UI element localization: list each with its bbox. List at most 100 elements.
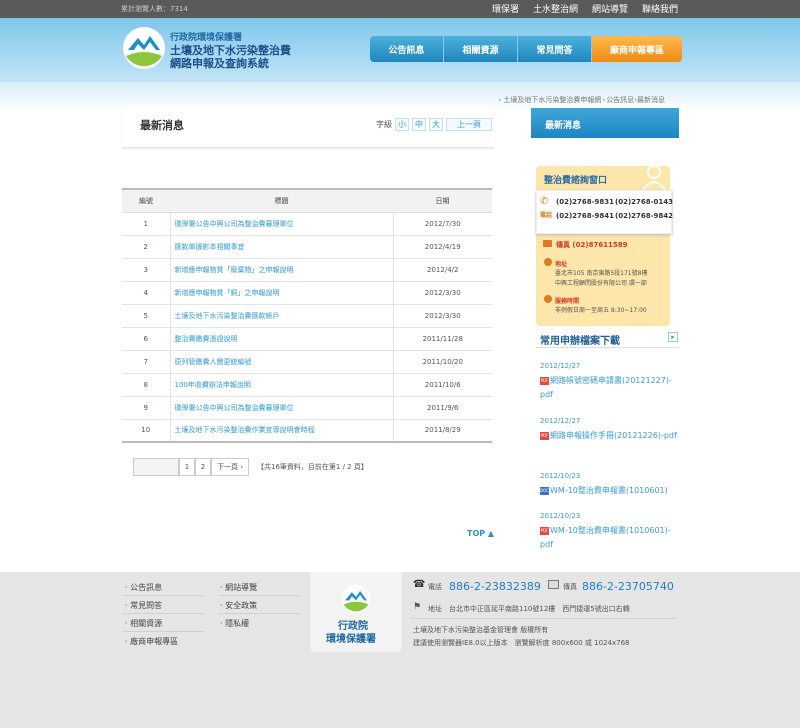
pager-page-1[interactable]: 1 [179,458,195,476]
divider [122,631,204,632]
page-title: 最新消息 [140,119,184,132]
downloads-title: 常用申辦檔案下載 [540,336,620,347]
row-title-link[interactable]: 100年收費辦法申報說明 [170,373,394,397]
row-title-link[interactable]: 土壤及地下水污染整治費作業宣導說明會時程 [170,419,394,443]
back-to-top-link[interactable]: TOP ▲ [467,529,494,538]
divider [218,613,300,614]
epa-logo[interactable] [122,26,166,70]
table-row: 4 新增應申報物質「銅」之申報說明 2012/3/30 [122,281,492,305]
breadcrumb-home[interactable]: 土壤及地下水污染整治費申報網 [503,96,601,104]
phone-1: (02)2768-9831 [556,198,615,206]
footer-link-privacy[interactable]: · 隱私權 [220,618,249,629]
top-link-sitemap[interactable]: 網站導覽 [592,2,628,15]
font-large-button[interactable]: 大 [429,118,443,131]
footer-copyright: 土壤及地下水污染整治基金管理會 版權所有 [413,626,549,634]
row-date: 2012/4/2 [393,258,492,282]
row-date: 2012/3/30 [393,304,492,328]
download-date: 2012/10/23 [540,512,581,520]
row-title-link[interactable]: 原列管繳費人變更統編號 [170,350,394,374]
download-link[interactable]: DOCWM-10整治費申報書(1010601) [540,484,680,498]
row-title-link[interactable]: 新增應申報物質「廢棄物」之申報說明 [170,258,394,282]
row-date: 2011/11/28 [393,327,492,351]
top-bar [0,0,800,18]
download-link[interactable]: PDF 網路申報操作手冊(20121226)-pdf [540,429,680,443]
row-no: 7 [122,350,171,374]
back-button[interactable]: 上一頁 [446,118,492,131]
phone-3: (02)2768-9841 [556,212,615,220]
divider [122,595,204,596]
row-title-link[interactable]: 整治費繳費憑證說明 [170,327,394,351]
table-row: 7 原列管繳費人變更統編號 2011/10/20 [122,350,492,374]
footer-link-faq[interactable]: · 常見問答 [125,600,162,611]
top-link-contact[interactable]: 聯絡我們 [642,2,678,15]
font-medium-button[interactable]: 中 [412,118,426,131]
row-title-link[interactable]: 新增應申報物質「銅」之申報說明 [170,281,394,305]
footer-browser-note: 建議使用瀏覽器IE8.0以上版本 瀏覽解析度 800x600 或 1024x76… [413,639,630,647]
sidebar-heading[interactable]: 最新消息 [531,108,679,138]
clock-icon [544,295,552,303]
download-link[interactable]: PDF 網路帳號密碼申請書(20121227)-pdf [540,374,680,402]
divider [536,347,679,348]
nav-announcements[interactable]: 公告訊息 [370,36,444,62]
font-size-label: 字級 [376,120,392,129]
row-no: 5 [122,304,171,328]
site-title-line2: 網路申報及查詢系統 [170,57,269,70]
address-label: 地址 [555,261,568,268]
row-no: 4 [122,281,171,305]
breadcrumb-section[interactable]: 公告訊息 [606,96,634,104]
row-no: 10 [122,419,171,443]
top-link-epa[interactable]: 環保署 [492,2,519,15]
table-row: 6 整治費繳費憑證說明 2011/11/28 [122,327,492,351]
row-no: 1 [122,212,171,236]
row-no: 8 [122,373,171,397]
breadcrumb: › 土壤及地下水污染整治費申報網›公告訊息›最新消息 [498,96,665,104]
table-header: 編號 標題 日期 [122,188,492,213]
top-links: 環保署 土水整治網 網站導覽 聯絡我們 [492,2,678,15]
footer-address-label: 地址 [428,605,442,613]
footer-fax-label: 傳真 [563,583,577,591]
row-date: 2012/4/19 [393,235,492,259]
row-date: 2011/10/20 [393,350,492,374]
nav-faq[interactable]: 常見問答 [518,36,592,62]
footer-link-sitemap[interactable]: · 網站導覽 [220,582,257,593]
row-date: 2012/7/30 [393,212,492,236]
footer-address-icon: ⚑ [413,602,422,612]
row-title-link[interactable]: 匯款單據影本相關事宜 [170,235,394,259]
hours-label: 服務時間 [555,298,580,305]
nav-resources[interactable]: 相關資源 [444,36,518,62]
footer-link-announcements[interactable]: · 公告訊息 [125,582,162,593]
download-link[interactable]: PDF WM-10整治費申報書(1010601)-pdf [540,524,680,552]
downloads-more-icon[interactable]: ▸ [668,332,678,342]
row-date: 2012/3/30 [393,281,492,305]
news-table: 編號 標題 日期 1 環保署公告中興公司為整治費審理單位 2012/7/30 2 匯款… [122,188,492,443]
nav-vendor-declaration[interactable]: 廠商申報專區 [592,36,682,62]
download-date: 2012/12/27 [540,417,581,425]
row-title-link[interactable]: 環保署公告中興公司為整治費審理單位 [170,212,394,236]
address-line2: 中興工程顧問股份有限公司 環一部 [555,280,647,287]
table-row: 9 環保署公告中興公司為整治費審理單位 2011/9/6 [122,396,492,420]
phone-4: (02)2768-9842 [615,212,674,220]
font-small-button[interactable]: 小 [395,118,409,131]
row-no: 6 [122,327,171,351]
visitor-counter: 累計瀏覽人數：7314 [121,5,188,13]
phone-2: (02)2768-0143 [615,198,674,206]
pager-info: 【共16筆資料，目前在第1 / 2 頁】 [257,463,368,471]
download-date: 2012/12/27 [540,362,581,370]
divider [218,595,300,596]
header-no: 編號 [122,188,170,213]
contact-fax: 傳真 (02)87611589 [556,241,628,249]
footer-link-vendor[interactable]: · 廠商申報專區 [125,636,178,647]
divider [410,618,676,619]
row-title-link[interactable]: 土壤及地下水污染整治費匯款帳戶 [170,304,394,328]
row-title-link[interactable]: 環保署公告中興公司為整治費審理單位 [170,396,394,420]
footer-link-security[interactable]: · 安全政策 [220,600,257,611]
pager-next-button[interactable]: 下一頁 › [211,458,249,476]
footer-fax: 886-2-23705740 [582,580,674,593]
pdf-icon: PDF [540,431,549,440]
footer-phone-icon: ☎ [413,579,426,590]
footer-link-resources[interactable]: · 相關資源 [125,618,162,629]
phone-icon: ✆ [540,196,549,207]
table-row: 10 土壤及地下水污染整治費作業宣導說明會時程 2011/8/29 [122,419,492,443]
pager-page-2[interactable]: 2 [195,458,211,476]
top-link-soil-site[interactable]: 土水整治網 [533,2,578,15]
